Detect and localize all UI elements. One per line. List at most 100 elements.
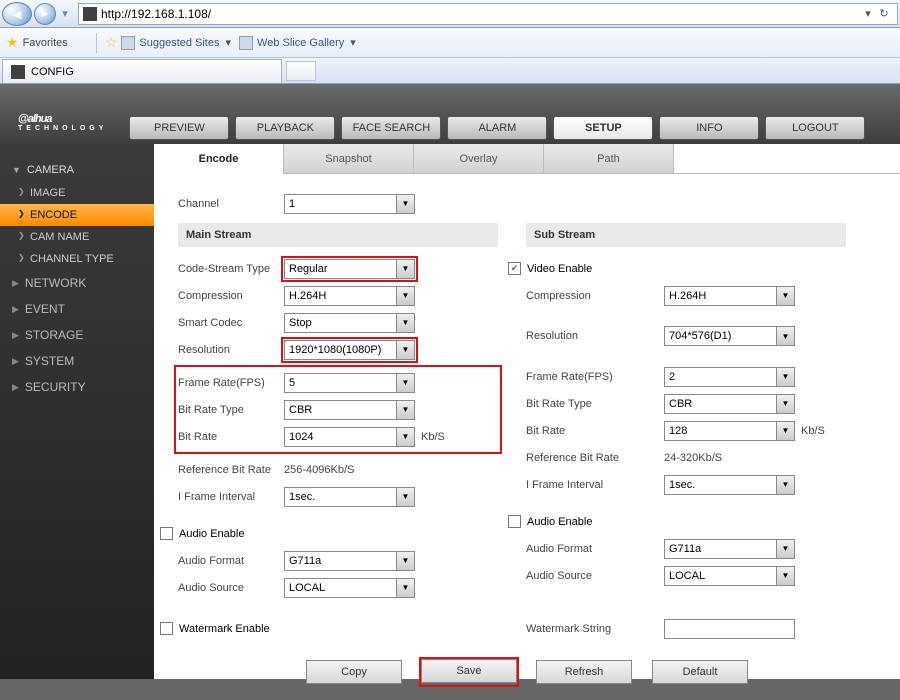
label: Resolution — [526, 330, 664, 342]
chevron-down-icon: ▼ — [396, 579, 414, 597]
sidebar: ▼CAMERA IMAGEENCODECAM NAMECHANNEL TYPE … — [0, 144, 154, 679]
sidebar-item-cam-name[interactable]: CAM NAME — [0, 226, 154, 248]
label: Audio Format — [178, 555, 284, 567]
sidebar-cat-network[interactable]: ▶NETWORK — [0, 270, 154, 296]
chevron-down-icon: ▼ — [396, 428, 414, 446]
label: Frame Rate(FPS) — [526, 371, 664, 383]
label: Code-Stream Type — [178, 263, 284, 275]
tab-title: CONFIG — [31, 66, 74, 78]
url-dropdown-icon[interactable]: ▾ — [861, 7, 875, 20]
label: Bit Rate Type — [526, 398, 664, 410]
audio-format-select[interactable]: ▼ — [284, 551, 415, 571]
sidebar-item-image[interactable]: IMAGE — [0, 182, 154, 204]
page-icon — [239, 36, 253, 50]
label: Compression — [526, 290, 664, 302]
url-input[interactable] — [101, 7, 861, 21]
dropdown-icon[interactable]: ▾ — [226, 36, 232, 49]
audio-enable-label: Audio Enable — [179, 528, 244, 540]
subtab-path[interactable]: Path — [544, 144, 674, 173]
chevron-down-icon: ▼ — [776, 327, 794, 345]
resolution-select[interactable]: ▼ — [284, 340, 415, 360]
bit-rate-select[interactable]: ▼ — [284, 427, 415, 447]
chevron-down-icon: ▼ — [776, 368, 794, 386]
nav-history-dropdown[interactable]: ▾ — [58, 2, 72, 26]
frame-rate-select[interactable]: ▼ — [284, 373, 415, 393]
dropdown-icon[interactable]: ▾ — [350, 36, 356, 49]
smart-codec-select[interactable]: ▼ — [284, 313, 415, 333]
sub-audio-source-select[interactable]: ▼ — [664, 566, 795, 586]
browser-tab[interactable]: CONFIG — [2, 59, 282, 83]
browser-nav-bar: ◄ ► ▾ ▾ ↻ — [0, 0, 900, 28]
forward-button[interactable]: ► — [34, 3, 56, 25]
main-tab-preview[interactable]: PREVIEW — [129, 116, 229, 140]
web-slice-link[interactable]: Web Slice Gallery — [239, 36, 344, 50]
code-stream-type-select[interactable]: ▼ — [284, 259, 415, 279]
favorites-star-icon[interactable]: ★ — [6, 34, 19, 51]
sub-bit-rate-type-select[interactable]: ▼ — [664, 394, 795, 414]
sidebar-cat-storage[interactable]: ▶STORAGE — [0, 322, 154, 348]
subtab-overlay[interactable]: Overlay — [414, 144, 544, 173]
refresh-icon[interactable]: ↻ — [875, 7, 893, 20]
main-tab-setup[interactable]: SETUP — [553, 116, 653, 140]
favorites-bar: ★ Favorites ☆ Suggested Sites ▾ Web Slic… — [0, 28, 900, 58]
save-button[interactable]: Save — [421, 659, 517, 683]
sub-tabs: EncodeSnapshotOverlayPath — [154, 144, 900, 174]
address-bar[interactable]: ▾ ↻ — [78, 3, 898, 25]
compression-select[interactable]: ▼ — [284, 286, 415, 306]
chevron-down-icon: ▼ — [396, 314, 414, 332]
back-button[interactable]: ◄ — [2, 2, 32, 26]
refresh-button[interactable]: Refresh — [536, 660, 632, 684]
subtab-encode[interactable]: Encode — [154, 144, 284, 174]
video-enable-checkbox[interactable] — [508, 262, 521, 275]
main-tab-alarm[interactable]: ALARM — [447, 116, 547, 140]
sub-resolution-select[interactable]: ▼ — [664, 326, 795, 346]
new-tab-button[interactable] — [286, 61, 316, 81]
audio-source-select[interactable]: ▼ — [284, 578, 415, 598]
sub-bit-rate-select[interactable]: ▼ — [664, 421, 795, 441]
label: Audio Source — [526, 570, 664, 582]
chevron-down-icon: ▼ — [776, 476, 794, 494]
sub-audio-format-select[interactable]: ▼ — [664, 539, 795, 559]
copy-button[interactable]: Copy — [306, 660, 402, 684]
main-stream-column: Main Stream Code-Stream Type ▼ Compressi… — [178, 223, 498, 601]
label: Reference Bit Rate — [178, 464, 284, 476]
label: Frame Rate(FPS) — [178, 377, 284, 389]
sub-compression-select[interactable]: ▼ — [664, 286, 795, 306]
chevron-down-icon: ▼ — [396, 195, 414, 213]
main-tab-info[interactable]: INFO — [659, 116, 759, 140]
watermark-string-input[interactable] — [664, 619, 795, 639]
channel-select[interactable]: ▼ — [284, 194, 415, 214]
sidebar-cat-security[interactable]: ▶SECURITY — [0, 374, 154, 400]
video-enable-label: Video Enable — [527, 263, 592, 275]
audio-enable-checkbox[interactable] — [160, 527, 173, 540]
main-tab-logout[interactable]: LOGOUT — [765, 116, 865, 140]
bit-rate-type-select[interactable]: ▼ — [284, 400, 415, 420]
sidebar-item-encode[interactable]: ENCODE — [0, 204, 154, 226]
watermark-enable-checkbox[interactable] — [160, 622, 173, 635]
default-button[interactable]: Default — [652, 660, 748, 684]
separator — [96, 33, 97, 53]
sidebar-cat-event[interactable]: ▶EVENT — [0, 296, 154, 322]
label: I Frame Interval — [526, 479, 664, 491]
sidebar-cat-camera[interactable]: ▼CAMERA — [0, 158, 154, 182]
iframe-interval-select[interactable]: ▼ — [284, 487, 415, 507]
channel-label: Channel — [178, 198, 284, 210]
add-favorite-icon[interactable]: ☆ — [105, 34, 118, 51]
subtab-snapshot[interactable]: Snapshot — [284, 144, 414, 173]
sub-audio-enable-checkbox[interactable] — [508, 515, 521, 528]
sub-frame-rate-select[interactable]: ▼ — [664, 367, 795, 387]
main-tab-face-search[interactable]: FACE SEARCH — [341, 116, 441, 140]
sidebar-cat-system[interactable]: ▶SYSTEM — [0, 348, 154, 374]
suggested-sites-link[interactable]: Suggested Sites — [121, 36, 219, 50]
label: Reference Bit Rate — [526, 452, 664, 464]
sidebar-item-channel-type[interactable]: CHANNEL TYPE — [0, 248, 154, 270]
sub-iframe-interval-select[interactable]: ▼ — [664, 475, 795, 495]
sub-ref-bit-rate-value: 24-320Kb/S — [664, 452, 722, 464]
label: Resolution — [178, 344, 284, 356]
favorites-label[interactable]: Favorites — [23, 37, 68, 49]
chevron-down-icon: ▼ — [776, 422, 794, 440]
brand-logo: @alhua TECHNOLOGY — [0, 97, 125, 140]
tab-icon — [11, 65, 25, 79]
main-tab-playback[interactable]: PLAYBACK — [235, 116, 335, 140]
label: Compression — [178, 290, 284, 302]
